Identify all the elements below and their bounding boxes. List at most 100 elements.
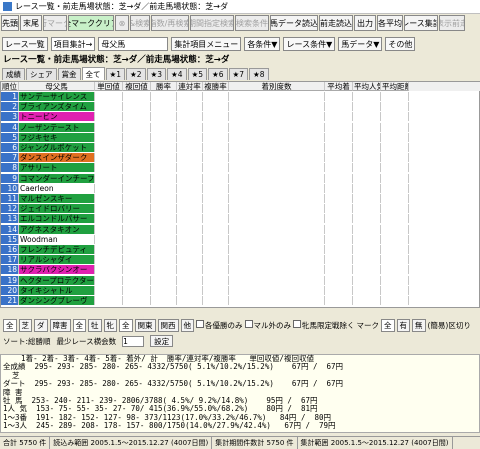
table-cell bbox=[325, 132, 353, 142]
table-row[interactable]: 19 ヘクタープロテクター bbox=[1, 275, 480, 285]
toolbar-button-14[interactable]: 表示前走 bbox=[439, 15, 465, 31]
sex-male-button[interactable]: 牡 bbox=[88, 318, 102, 332]
table-cell bbox=[123, 234, 151, 244]
table-cell bbox=[381, 296, 409, 305]
table-cell bbox=[151, 296, 177, 305]
toolbar-button-11[interactable]: 出力 bbox=[354, 15, 376, 31]
toolbar-button-6[interactable]: 指数/再検索 bbox=[151, 15, 189, 31]
set-button[interactable]: 設定 bbox=[150, 335, 174, 347]
check-exclude-mare[interactable]: 牝馬限定戦除く bbox=[293, 319, 355, 331]
toolbar-button-13[interactable]: レース集計 bbox=[404, 15, 438, 31]
toolbar-button-4[interactable]: ⊗ bbox=[115, 15, 129, 31]
table-cell bbox=[325, 224, 353, 234]
table-cell bbox=[95, 285, 123, 295]
region-kanto-button[interactable]: 関東 bbox=[134, 318, 156, 332]
surface-hurdle-button[interactable]: 障害 bbox=[49, 318, 71, 332]
table-row[interactable]: 8 アサリート bbox=[1, 163, 480, 173]
tab-0[interactable]: 成績 bbox=[2, 68, 25, 80]
table-cell bbox=[95, 163, 123, 173]
table-cell bbox=[325, 234, 353, 244]
region-all-button[interactable]: 全 bbox=[119, 318, 133, 332]
table-row[interactable]: 15 Woodman bbox=[1, 234, 480, 244]
check-foreign-only[interactable]: マル外のみ bbox=[244, 319, 291, 331]
table-cell bbox=[325, 296, 353, 305]
toolbar-button-7[interactable]: 期間指定検索 bbox=[190, 15, 234, 31]
table-cell bbox=[151, 255, 177, 265]
toolbar-button-10[interactable]: 前走読込 bbox=[319, 15, 353, 31]
table-cell: 20 bbox=[1, 285, 19, 295]
table-cell bbox=[123, 112, 151, 122]
table-row[interactable]: 5 フジキセキ bbox=[1, 132, 480, 142]
tab-2[interactable]: 賞金 bbox=[57, 68, 81, 80]
table-row[interactable]: 1 サンデーサイレンス bbox=[1, 92, 480, 101]
table-cell: サンデーサイレンス bbox=[19, 92, 95, 101]
table-cell bbox=[353, 265, 381, 275]
toolbar-button-12[interactable]: 各平均 bbox=[377, 15, 403, 31]
toolbar-button-8[interactable]: 検索条件 bbox=[235, 15, 269, 31]
table-cell bbox=[325, 122, 353, 132]
table-cell bbox=[229, 255, 325, 265]
table-row[interactable]: 13 エルコンドルパサー bbox=[1, 214, 480, 224]
tab-8[interactable]: ★5 bbox=[187, 68, 207, 80]
table-row[interactable]: 4 ノーザンテースト bbox=[1, 122, 480, 132]
table-row[interactable]: 20 タイキシャトル bbox=[1, 285, 480, 295]
field-select[interactable]: 母父馬 bbox=[98, 37, 169, 51]
mark-all-button[interactable]: 全 bbox=[381, 318, 395, 332]
table-row[interactable]: 3 トニービン bbox=[1, 112, 480, 122]
table-cell: ジャングルポケット bbox=[19, 143, 95, 152]
table-row[interactable]: 14 アグネスタキオン bbox=[1, 224, 480, 234]
item-summary-dropdown[interactable]: 項目集計→ bbox=[50, 37, 96, 51]
tab-3[interactable]: 全て bbox=[81, 67, 105, 80]
mark-yes-button[interactable]: 有 bbox=[396, 318, 410, 332]
toolbar-button-0[interactable]: 先頭 bbox=[1, 15, 19, 31]
tab-9[interactable]: ★6 bbox=[208, 68, 228, 80]
tab-1[interactable]: シェア bbox=[26, 68, 57, 80]
region-kansai-button[interactable]: 関西 bbox=[157, 318, 179, 332]
region-other-button[interactable]: 他 bbox=[180, 318, 194, 332]
tab-6[interactable]: ★3 bbox=[146, 68, 166, 80]
summary-menu-button[interactable]: 集計項目メニュー bbox=[171, 37, 242, 51]
toolbar-button-9[interactable]: 馬データ読込 bbox=[270, 15, 318, 31]
table-cell bbox=[151, 112, 177, 122]
table-row[interactable]: 10 Caerleon bbox=[1, 183, 480, 193]
surface-all-button[interactable]: 全 bbox=[3, 318, 17, 332]
tab-4[interactable]: ★1 bbox=[105, 68, 125, 80]
table-row[interactable]: 7 ダンスインザダーク bbox=[1, 153, 480, 163]
table-row[interactable]: 16 フレンチデピュティ bbox=[1, 245, 480, 254]
table-row[interactable]: 9 コマンダーインチーフ bbox=[1, 173, 480, 183]
race-conditions-dropdown[interactable]: レース条件▼ bbox=[283, 37, 336, 51]
tab-11[interactable]: ★8 bbox=[249, 68, 269, 80]
table-row[interactable]: 21 ダンシングブレーヴ bbox=[1, 296, 480, 305]
sex-female-button[interactable]: 牝 bbox=[103, 318, 117, 332]
toolbar-button-1[interactable]: 末尾 bbox=[20, 15, 42, 31]
table-row[interactable]: 17 リアルシャダイ bbox=[1, 255, 480, 265]
table-cell bbox=[353, 143, 381, 152]
horse-data-dropdown[interactable]: 馬データ▼ bbox=[338, 37, 383, 51]
other-dropdown[interactable]: その他 bbox=[385, 37, 416, 51]
toolbar-button-2[interactable]: 行マーク bbox=[43, 15, 67, 31]
min-race-input[interactable]: 1 bbox=[122, 335, 145, 347]
table-row[interactable]: 11 マルゼンスキー bbox=[1, 194, 480, 203]
table-cell bbox=[177, 173, 203, 183]
table-row[interactable]: 6 ジャングルポケット bbox=[1, 143, 480, 152]
tab-10[interactable]: ★7 bbox=[228, 68, 248, 80]
table-cell bbox=[229, 122, 325, 132]
surface-dirt-button[interactable]: ダ bbox=[34, 318, 48, 332]
table-row[interactable]: 12 ジェイドロバリー bbox=[1, 204, 480, 214]
race-list-button[interactable]: レース一覧 bbox=[2, 37, 48, 51]
tab-7[interactable]: ★4 bbox=[167, 68, 187, 80]
toolbar-button-5[interactable]: &検索 bbox=[130, 15, 150, 31]
tab-5[interactable]: ★2 bbox=[126, 68, 146, 80]
toolbar-button-3[interactable]: 全マーククリア bbox=[68, 15, 114, 31]
window-title: レース一覧・前走馬場状態：芝→ダ／前走馬場状態：芝→ダ bbox=[15, 2, 229, 11]
table-row[interactable]: 18 サクラバクシンオー bbox=[1, 265, 480, 275]
surface-turf-button[interactable]: 芝 bbox=[18, 318, 32, 332]
check-winner-only[interactable]: 各優勝のみ bbox=[196, 319, 243, 331]
sex-all-button[interactable]: 全 bbox=[72, 318, 86, 332]
table-cell: 6 bbox=[1, 143, 19, 152]
table-row[interactable]: 2 ブライアンズタイム bbox=[1, 102, 480, 112]
table-cell bbox=[203, 163, 229, 173]
table-cell bbox=[177, 224, 203, 234]
conditions-dropdown[interactable]: 各条件▼ bbox=[244, 37, 281, 51]
mark-no-button[interactable]: 無 bbox=[412, 318, 426, 332]
